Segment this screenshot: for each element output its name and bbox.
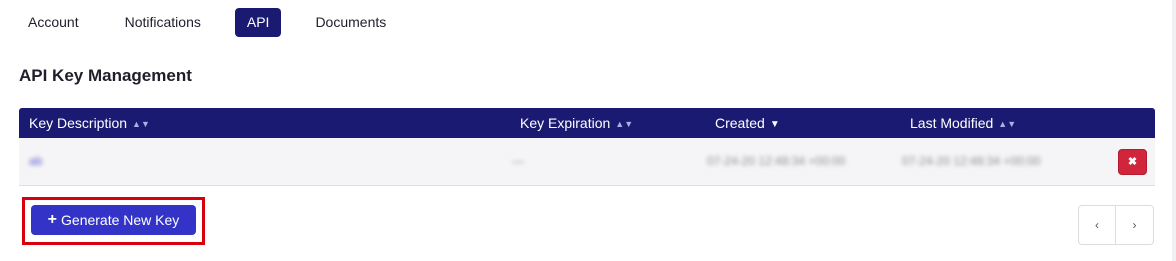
header-created[interactable]: Created ▼ — [715, 108, 780, 138]
header-label: Last Modified — [910, 115, 994, 131]
header-key-description[interactable]: Key Description ▲▼ — [29, 108, 150, 138]
header-key-expiration[interactable]: Key Expiration ▲▼ — [520, 108, 633, 138]
tab-notifications[interactable]: Notifications — [113, 8, 213, 37]
chevron-right-icon: › — [1132, 218, 1137, 232]
chevron-left-icon: ‹ — [1095, 218, 1099, 232]
last-modified-cell: 07-24-20 12:48:34 +00:00 — [902, 154, 1041, 168]
sort-icon: ▲▼ — [132, 119, 150, 129]
generate-button-label: Generate New Key — [61, 212, 180, 228]
tab-documents[interactable]: Documents — [303, 8, 398, 37]
table-row: ab — 07-24-20 12:48:34 +00:00 07-24-20 1… — [19, 138, 1155, 186]
delete-key-button[interactable]: ✖ — [1118, 149, 1147, 175]
tab-account[interactable]: Account — [16, 8, 91, 37]
header-label: Key Expiration — [520, 115, 611, 131]
created-cell: 07-24-20 12:48:34 +00:00 — [707, 154, 846, 168]
next-page-button[interactable]: › — [1116, 205, 1154, 245]
tab-api[interactable]: API — [234, 8, 282, 37]
header-label: Key Description — [29, 115, 128, 131]
close-icon: ✖ — [1127, 156, 1138, 168]
generate-new-key-button[interactable]: + Generate New Key — [31, 205, 196, 235]
sort-icon: ▲▼ — [998, 119, 1017, 129]
key-expiration-cell: — — [512, 154, 524, 168]
api-keys-table: Key Description ▲▼ Key Expiration ▲▼ Creat… — [19, 108, 1155, 186]
table-header: Key Description ▲▼ Key Expiration ▲▼ Creat… — [19, 108, 1155, 138]
page-title: API Key Management — [19, 66, 192, 85]
pagination: ‹ › — [1078, 205, 1154, 245]
key-description-cell[interactable]: ab — [29, 138, 42, 185]
scrollbar-track[interactable] — [1172, 0, 1176, 261]
sort-icon: ▲▼ — [615, 119, 634, 129]
header-last-modified[interactable]: Last Modified ▲▼ — [910, 108, 1016, 138]
plus-icon: + — [47, 211, 58, 228]
sort-desc-icon: ▼ — [769, 119, 780, 130]
header-label: Created — [715, 115, 765, 131]
settings-tabs: Account Notifications API Documents — [16, 8, 420, 37]
previous-page-button[interactable]: ‹ — [1078, 205, 1116, 245]
